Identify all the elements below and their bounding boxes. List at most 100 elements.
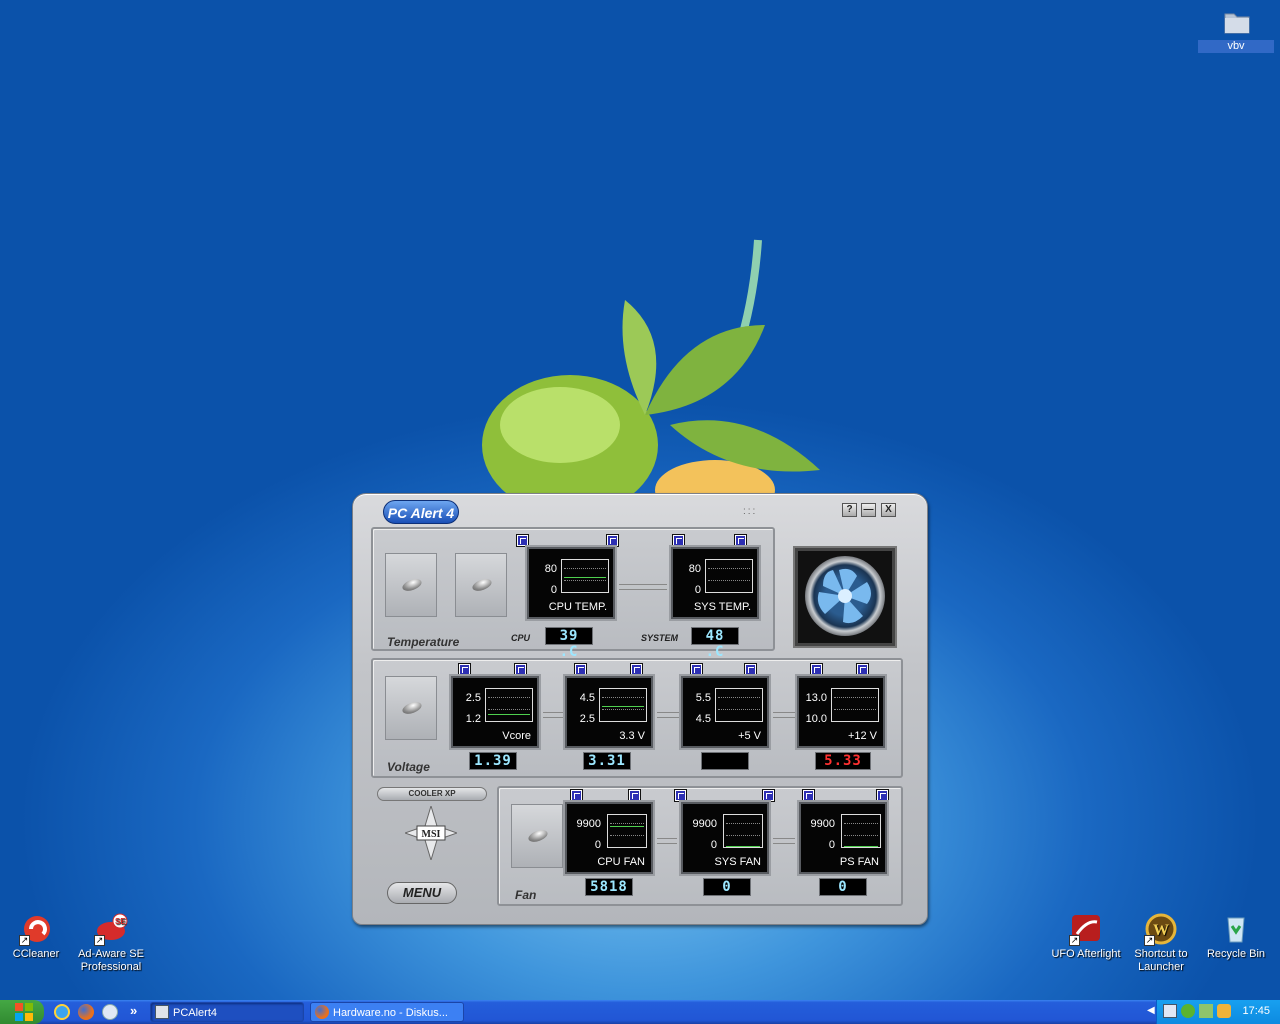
monitor-tab-icon[interactable]: [856, 663, 869, 676]
v12-monitor[interactable]: 13.0 10.0 +12 V: [797, 676, 885, 748]
v33-monitor[interactable]: 4.5 2.5 3.3 V: [565, 676, 653, 748]
shortcut-arrow-icon: ↗: [19, 935, 30, 946]
monitor-tab-icon[interactable]: [674, 789, 687, 802]
range-high: 80: [544, 563, 557, 575]
desktop-icon-launcher[interactable]: W ↗ Shortcut to Launcher: [1123, 912, 1199, 974]
ie-icon[interactable]: [54, 1004, 70, 1020]
ps-fan-readout: 0: [819, 878, 867, 896]
sync-icon[interactable]: [1217, 1004, 1231, 1018]
range-low: 10.0: [805, 713, 827, 725]
desktop-icon-ufo-afterlight[interactable]: ↗ UFO Afterlight: [1048, 912, 1124, 961]
clock[interactable]: 17:45: [1242, 1005, 1270, 1017]
ps-fan-monitor[interactable]: 9900 0 PS FAN: [799, 802, 887, 874]
v5-readout: [701, 752, 749, 770]
range-low: 0: [828, 839, 835, 851]
messenger-icon[interactable]: [102, 1004, 118, 1020]
temperature-knob-1[interactable]: [385, 553, 437, 617]
range-low: 2.5: [579, 713, 595, 725]
tray-expand-icon[interactable]: ◀: [1147, 1005, 1155, 1016]
firefox-icon[interactable]: [78, 1004, 94, 1020]
range-low: 0: [694, 584, 701, 596]
section-label: Voltage: [387, 760, 430, 774]
cpu-temp-readout: 39 .C: [545, 627, 593, 660]
monitor-tab-icon[interactable]: [734, 534, 747, 547]
sys-temp-monitor[interactable]: 80 0 SYS TEMP.: [671, 547, 759, 619]
shortcut-arrow-icon: ↗: [1144, 935, 1155, 946]
desktop-icon-ccleaner[interactable]: ↗ CCleaner: [0, 912, 74, 961]
range-high: 2.5: [465, 692, 481, 704]
recycle-bin-icon: [1219, 912, 1253, 946]
sys-fan-monitor[interactable]: 9900 0 SYS FAN: [681, 802, 769, 874]
folder-icon: [1219, 4, 1253, 38]
taskbar-button-pcalert4[interactable]: PCAlert4: [150, 1002, 304, 1022]
monitor-tab-icon[interactable]: [802, 789, 815, 802]
desktop-icon-vbv[interactable]: vbv: [1198, 4, 1274, 53]
voltage-knob[interactable]: [385, 676, 437, 740]
monitor-tab-icon[interactable]: [606, 534, 619, 547]
ad-aware-icon: SE ↗: [94, 912, 128, 946]
cpu-label: CPU: [511, 633, 531, 643]
history-graph: [599, 688, 647, 722]
monitor-tab-icon[interactable]: [762, 789, 775, 802]
monitor-tab-icon[interactable]: [744, 663, 757, 676]
monitor-name: Vcore: [502, 730, 531, 742]
msi-text: MSI: [422, 829, 441, 840]
monitor-tab-icon[interactable]: [690, 663, 703, 676]
v5-monitor[interactable]: 5.5 4.5 +5 V: [681, 676, 769, 748]
cpu-fan-readout: 5818: [585, 878, 633, 896]
history-graph: [705, 559, 753, 593]
desktop-icon-label: Recycle Bin: [1206, 948, 1266, 960]
monitor-tab-icon[interactable]: [514, 663, 527, 676]
monitor-tab-icon[interactable]: [516, 534, 529, 547]
minimize-button[interactable]: —: [861, 503, 876, 517]
history-graph: [485, 688, 533, 722]
cpu-fan-monitor[interactable]: 9900 0 CPU FAN: [565, 802, 653, 874]
close-button[interactable]: X: [881, 503, 896, 517]
history-graph: [561, 559, 609, 593]
v12-readout: 5.33: [815, 752, 871, 770]
wow-launcher-icon: W ↗: [1144, 912, 1178, 946]
cpu-temp-monitor[interactable]: 80 0 CPU TEMP.: [527, 547, 615, 619]
temperature-knob-2[interactable]: [455, 553, 507, 617]
monitor-tab-icon[interactable]: [574, 663, 587, 676]
range-high: 9900: [576, 818, 601, 830]
utorrent-icon[interactable]: [1181, 1004, 1195, 1018]
history-graph: [607, 814, 647, 848]
menu-button[interactable]: MENU: [387, 882, 457, 904]
monitor-name: SYS FAN: [714, 856, 761, 868]
windows-logo-icon: [15, 1003, 33, 1021]
taskbar: » PCAlert4 Hardware.no - Diskus... ◀ 17:…: [0, 1000, 1280, 1024]
start-button[interactable]: [0, 1000, 44, 1024]
drag-handle[interactable]: :::: [743, 506, 757, 517]
monitor-name: 3.3 V: [619, 730, 645, 742]
range-low: 1.2: [465, 713, 481, 725]
sys-temp-readout: 48 .C: [691, 627, 739, 660]
help-button[interactable]: ?: [842, 503, 857, 517]
fan-knob[interactable]: [511, 804, 563, 868]
monitor-name: +5 V: [738, 730, 761, 742]
devices-icon[interactable]: [1199, 1004, 1213, 1018]
section-label: Fan: [515, 888, 537, 902]
section-label: Temperature: [387, 635, 460, 649]
monitor-tab-icon[interactable]: [630, 663, 643, 676]
monitor-tab-icon[interactable]: [876, 789, 889, 802]
network-icon[interactable]: [1163, 1004, 1177, 1018]
cooler-xp-button[interactable]: COOLER XP: [377, 787, 487, 801]
vcore-monitor[interactable]: 2.5 1.2 Vcore: [451, 676, 539, 748]
connector: [657, 712, 679, 718]
desktop-icon-ad-aware[interactable]: SE ↗ Ad-Aware SE Professional: [73, 912, 149, 974]
desktop-icon-recycle-bin[interactable]: Recycle Bin: [1198, 912, 1274, 961]
monitor-tab-icon[interactable]: [810, 663, 823, 676]
monitor-name: CPU TEMP.: [548, 601, 607, 613]
monitor-tab-icon[interactable]: [570, 789, 583, 802]
system-tray: ◀ 17:45: [1147, 1000, 1280, 1024]
quicklaunch-more-button[interactable]: »: [130, 1003, 137, 1018]
ccleaner-icon: ↗: [19, 912, 53, 946]
system-label: SYSTEM: [641, 633, 679, 643]
monitor-tab-icon[interactable]: [458, 663, 471, 676]
taskbar-button-hardware-no[interactable]: Hardware.no - Diskus...: [310, 1002, 464, 1022]
range-low: 0: [710, 839, 717, 851]
wallpaper-lemon-plant: [482, 239, 820, 495]
monitor-tab-icon[interactable]: [672, 534, 685, 547]
monitor-tab-icon[interactable]: [628, 789, 641, 802]
